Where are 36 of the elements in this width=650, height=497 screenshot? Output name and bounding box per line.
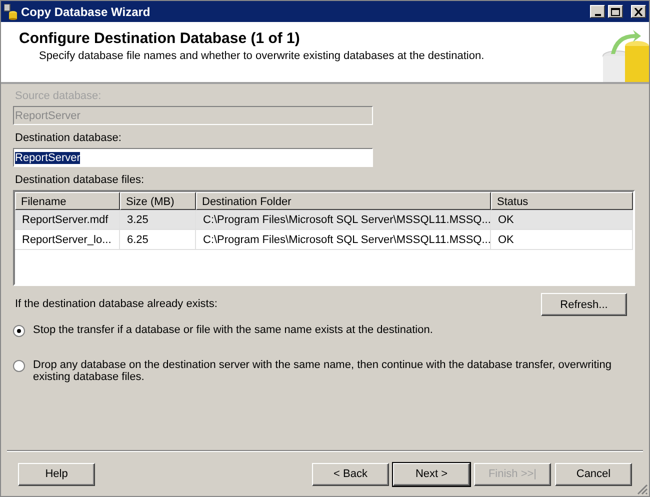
table-cell: 3.25 [120, 210, 196, 230]
page-title: Configure Destination Database (1 of 1) [19, 30, 301, 47]
maximize-button[interactable] [608, 5, 623, 18]
close-button[interactable] [631, 5, 646, 18]
destination-database-field[interactable]: ReportServer [13, 148, 373, 167]
column-header[interactable]: Status [491, 192, 633, 210]
option-label: Stop the transfer if a database or file with the same name exists at the destination. [33, 324, 433, 336]
files-label: Destination database files: [15, 174, 146, 186]
refresh-button[interactable]: Refresh... [541, 293, 627, 316]
column-header[interactable]: Size (MB) [120, 192, 196, 210]
wizard-button[interactable]: < Back [312, 462, 389, 486]
radio-button[interactable] [13, 360, 25, 372]
table-cell: OK [491, 210, 633, 230]
exists-label: If the destination database already exists: [15, 298, 218, 310]
table-cell: C:\Program Files\Microsoft SQL Server\MSSQL11.MSSQ... [196, 230, 491, 250]
wizard-button[interactable]: Cancel [555, 462, 632, 486]
page-subtitle: Specify database file names and whether to overwrite existing databases at the destination. [39, 50, 486, 62]
field-label: Destination database: [15, 132, 122, 144]
table-cell: ReportServer_lo... [15, 230, 120, 250]
close-icon [634, 8, 643, 16]
column-header[interactable]: Filename [15, 192, 120, 210]
maximize-icon [611, 8, 620, 16]
window-title: Copy Database Wizard [21, 4, 152, 18]
table-cell: C:\Program Files\Microsoft SQL Server\MSSQL11.MSSQ... [196, 210, 491, 230]
table-cell: ReportServer.mdf [15, 210, 120, 230]
radio-button[interactable] [13, 325, 25, 337]
minimize-icon [594, 14, 600, 16]
table-cell: OK [491, 230, 633, 250]
column-header[interactable]: Destination Folder [196, 192, 491, 210]
wizard-button[interactable]: Help [18, 462, 95, 486]
database-icon [4, 4, 18, 20]
resize-grip-icon[interactable] [636, 483, 648, 495]
option-label: Drop any database on the destination server with the same name, then continue with the database transfer, overwriting existing database files. [33, 359, 612, 383]
wizard-button[interactable]: Next > [393, 462, 470, 486]
table-cell: 6.25 [120, 230, 196, 250]
minimize-button[interactable] [590, 5, 605, 18]
